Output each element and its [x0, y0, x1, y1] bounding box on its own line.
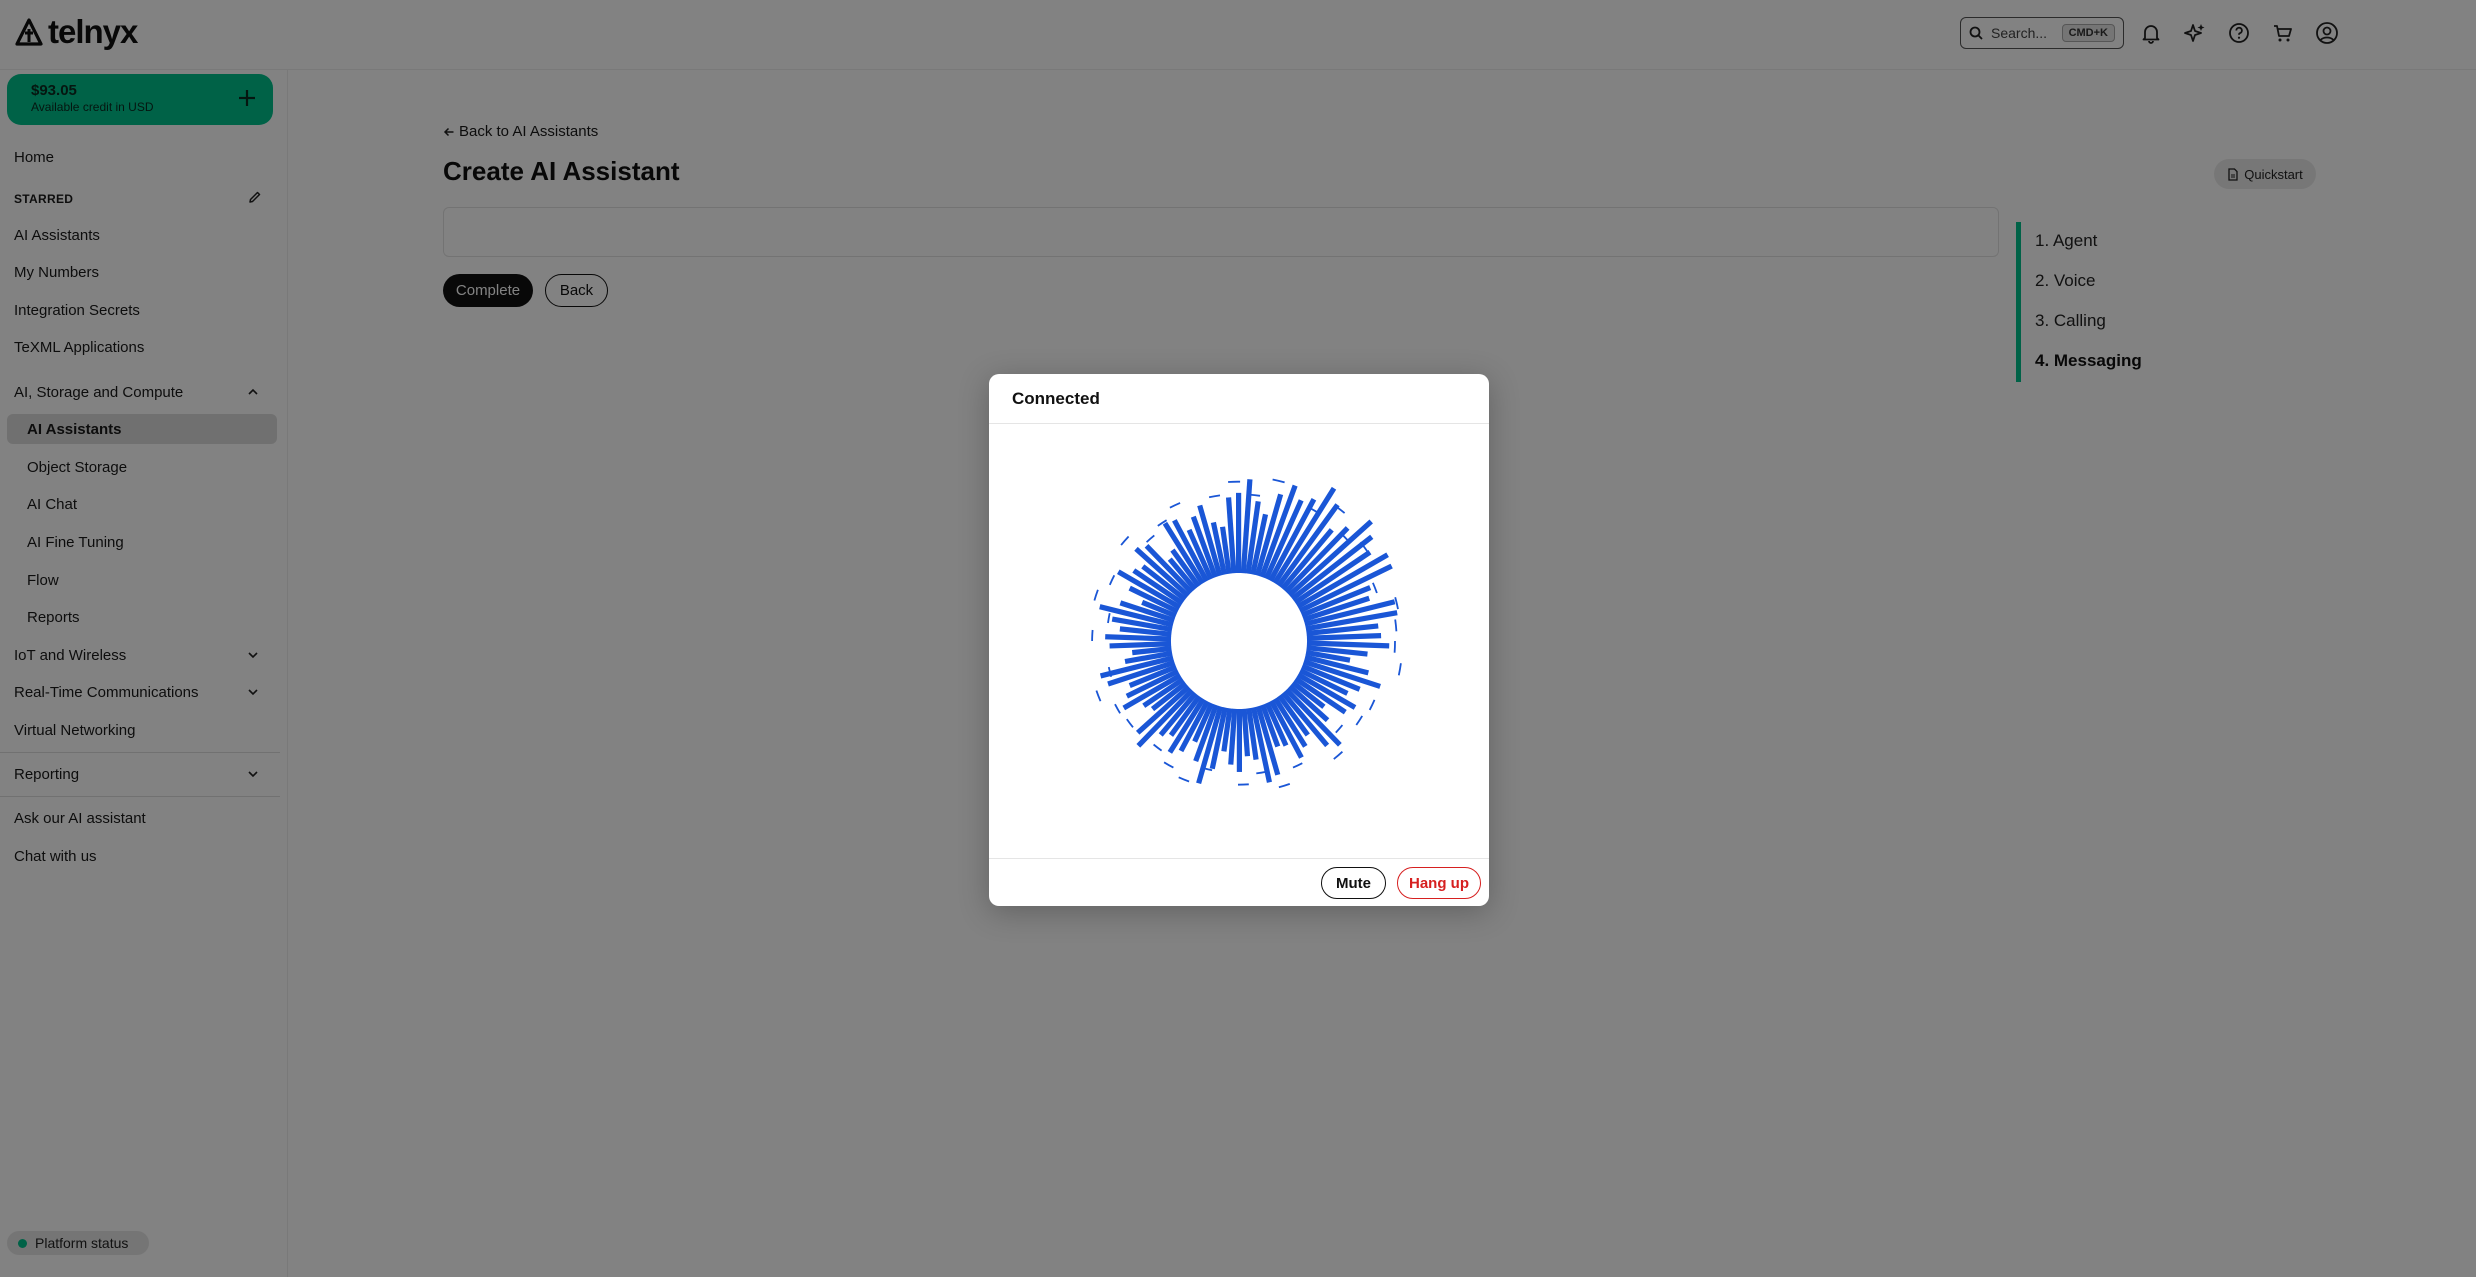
visualizer-ring-segment	[1178, 776, 1190, 783]
visualizer-bars	[1099, 479, 1398, 785]
visualizer-ring-segment	[1333, 751, 1344, 760]
visualizer-ring-segment	[1248, 493, 1261, 497]
visualizer-ring-segment	[1394, 596, 1399, 610]
visualizer-ring-segment	[1107, 613, 1111, 624]
visualizer-ring-segment	[1114, 703, 1121, 714]
mute-button[interactable]: Mute	[1321, 867, 1386, 899]
visualizer-ring-segment	[1163, 761, 1174, 769]
visualizer-ring-segment	[1093, 589, 1099, 601]
visualizer-ring-segment	[1095, 690, 1102, 702]
visualizer-bar	[1236, 709, 1242, 772]
audio-visualizer	[1091, 478, 1402, 789]
dialog-divider	[989, 858, 1489, 859]
visualizer-ring-segment	[1153, 743, 1163, 752]
visualizer-ring-segment	[1335, 724, 1344, 734]
visualizer-ring-segment	[1355, 715, 1363, 726]
visualizer-ring-segment	[1368, 699, 1376, 711]
visualizer-ring-segment	[1091, 629, 1094, 642]
visualizer-ring-segment	[1108, 574, 1116, 586]
visualizer-ring-segment	[1292, 762, 1303, 769]
visualizer-ring-segment	[1145, 534, 1155, 543]
visualizer-ring-segment	[1372, 582, 1378, 594]
visualizer-ring-segment	[1126, 718, 1134, 728]
visualizer-ring-segment	[1397, 663, 1402, 676]
visualizer-bar	[1236, 492, 1242, 573]
visualizer-ring-segment	[1256, 770, 1267, 775]
visualizer-ring-segment	[1394, 619, 1398, 632]
visualizer-ring-segment	[1169, 502, 1181, 509]
visualizer-ring-segment	[1208, 494, 1221, 499]
dialog-title: Connected	[1012, 389, 1100, 408]
call-dialog: Connected Mute Hang up	[989, 374, 1489, 906]
visualizer-ring-segment	[1278, 783, 1291, 789]
visualizer-ring-segment	[1120, 535, 1130, 546]
hang-up-button[interactable]: Hang up	[1397, 867, 1481, 899]
visualizer-ring-segment	[1272, 478, 1285, 484]
